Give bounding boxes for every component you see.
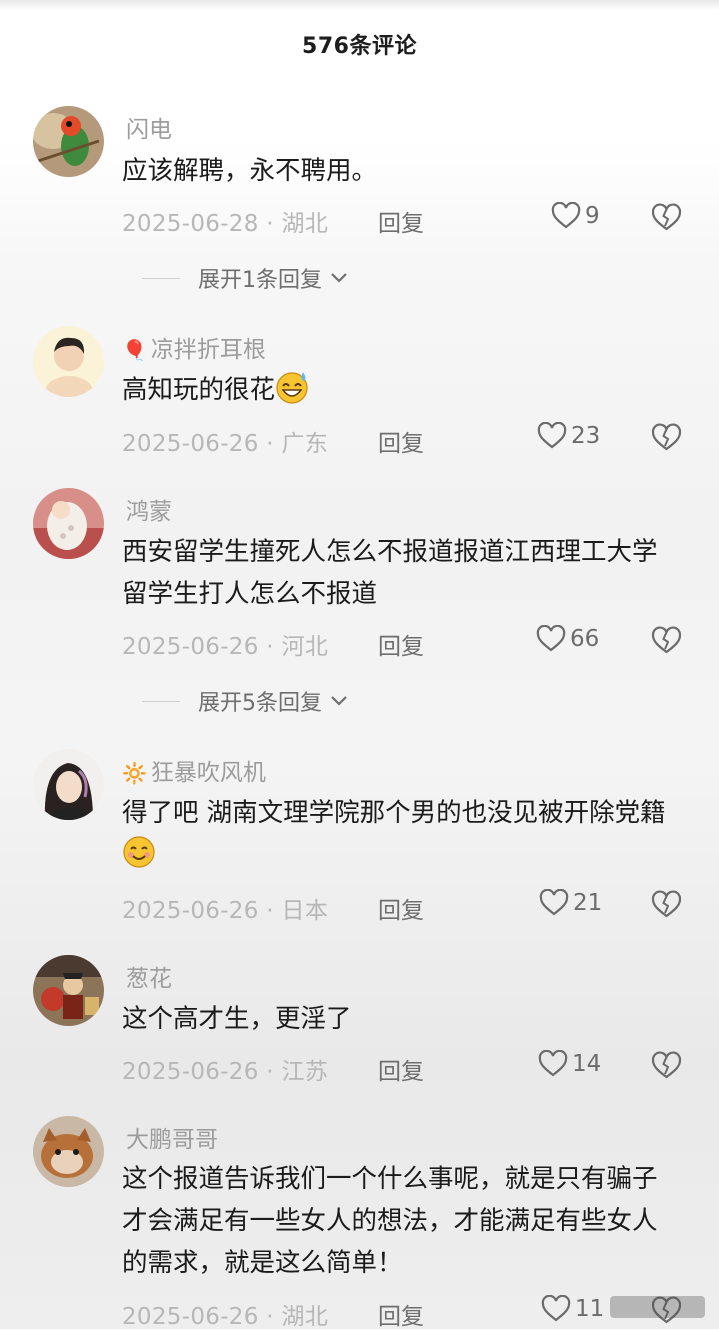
- like-button[interactable]: 23: [537, 422, 600, 450]
- username[interactable]: 闪电: [122, 110, 172, 144]
- comment-text: 高知玩的很花: [122, 369, 682, 411]
- heart-outline-icon: [536, 625, 566, 652]
- username[interactable]: 葱花: [122, 959, 172, 993]
- like-count: 9: [585, 203, 600, 229]
- comment-text: 西安留学生撞死人怎么不报道报道江西理工大学留学生打人怎么不报道: [122, 537, 658, 609]
- username[interactable]: 🔆 狂暴吹风机: [122, 753, 266, 787]
- comment-meta: 2025-06-26 · 江苏: [122, 1059, 329, 1085]
- expand-replies[interactable]: 展开1条回复: [142, 262, 348, 294]
- comment-meta: 2025-06-26 · 日本: [122, 898, 329, 924]
- reply-button[interactable]: 回复: [378, 1297, 424, 1331]
- watermark: [610, 1296, 705, 1318]
- like-count: 21: [573, 890, 603, 916]
- broken-heart-icon[interactable]: [651, 1050, 682, 1080]
- comment-text: 这个报道告诉我们一个什么事呢，就是只有骗子才会满足有一些女人的想法，才能满足有些…: [122, 1164, 658, 1278]
- avatar[interactable]: [33, 326, 104, 397]
- like-count: 66: [570, 626, 600, 652]
- comment-text: 得了吧 湖南文理学院那个男的也没见被开除党籍: [122, 792, 682, 876]
- top-shadow: [0, 0, 719, 10]
- comment-meta: 2025-06-26 · 湖北: [122, 1304, 329, 1330]
- avatar[interactable]: [33, 955, 104, 1026]
- reply-button[interactable]: 回复: [378, 627, 424, 661]
- smile-emoji: [123, 836, 155, 868]
- avatar[interactable]: [33, 488, 104, 559]
- comment-meta: 2025-06-28 · 湖北: [122, 211, 329, 237]
- broken-heart-icon[interactable]: [651, 625, 682, 655]
- heart-outline-icon: [538, 1050, 568, 1077]
- comment-text: 这个高才生，更淫了: [122, 1004, 352, 1034]
- comment-meta: 2025-06-26 · 广东: [122, 431, 329, 457]
- broken-heart-icon[interactable]: [651, 422, 682, 452]
- username[interactable]: 大鹏哥哥: [122, 1120, 218, 1154]
- username[interactable]: 鸿蒙: [122, 492, 172, 526]
- avatar[interactable]: [33, 1116, 104, 1187]
- username[interactable]: 🎈 凉拌折耳根: [122, 330, 266, 364]
- like-button[interactable]: 14: [538, 1050, 601, 1078]
- avatar[interactable]: [33, 106, 104, 177]
- reply-button[interactable]: 回复: [378, 891, 424, 925]
- comment-count-title: 576条评论: [302, 34, 417, 59]
- comment-text: 应该解聘，永不聘用。: [122, 156, 378, 186]
- like-count: 14: [572, 1051, 602, 1077]
- chevron-down-icon: [331, 696, 347, 706]
- heart-outline-icon: [541, 1295, 571, 1322]
- divider: [142, 700, 180, 702]
- expand-replies[interactable]: 展开5条回复: [142, 685, 348, 717]
- sweat-smile-emoji: [276, 372, 308, 404]
- heart-outline-icon: [539, 889, 569, 916]
- reply-button[interactable]: 回复: [378, 1052, 424, 1086]
- like-button[interactable]: 11: [541, 1295, 604, 1323]
- reply-button[interactable]: 回复: [378, 424, 424, 458]
- broken-heart-icon[interactable]: [651, 202, 682, 232]
- heart-outline-icon: [537, 422, 567, 449]
- heart-outline-icon: [551, 202, 581, 229]
- chevron-down-icon: [331, 273, 347, 283]
- avatar[interactable]: [33, 749, 104, 820]
- broken-heart-icon[interactable]: [651, 889, 682, 919]
- like-count: 11: [575, 1296, 605, 1322]
- comment-meta: 2025-06-26 · 河北: [122, 634, 329, 660]
- divider: [142, 277, 180, 279]
- like-button[interactable]: 66: [536, 625, 599, 653]
- reply-button[interactable]: 回复: [378, 204, 424, 238]
- like-button[interactable]: 9: [551, 202, 600, 230]
- like-button[interactable]: 21: [539, 889, 602, 917]
- like-count: 23: [571, 423, 601, 449]
